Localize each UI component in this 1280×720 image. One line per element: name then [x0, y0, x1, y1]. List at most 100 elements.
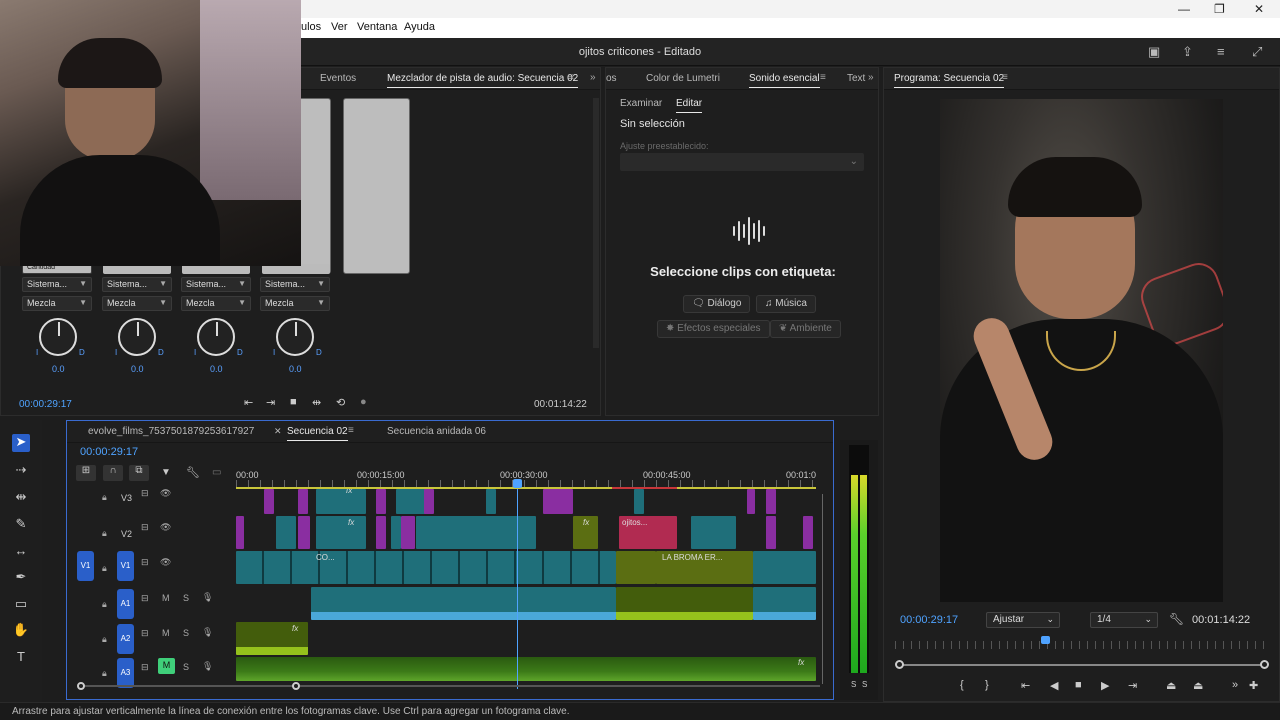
overflow-tabs-icon[interactable]: »	[868, 72, 874, 83]
menu-window[interactable]: Ventana	[357, 21, 397, 33]
microphone-icon[interactable]: 🎙︎	[202, 661, 213, 672]
go-to-in-icon[interactable]: ⇤	[1021, 679, 1030, 692]
solo-button[interactable]: S	[183, 662, 189, 672]
stop-icon[interactable]: ■	[1075, 679, 1082, 691]
clip-v2[interactable]	[803, 516, 813, 549]
ripple-edit-tool-icon[interactable]: ⇹	[12, 489, 30, 507]
clip-v1[interactable]	[753, 551, 816, 584]
mute-button[interactable]: M	[162, 628, 170, 638]
more-buttons-icon[interactable]: »	[1232, 679, 1238, 691]
program-playhead[interactable]	[1041, 636, 1050, 644]
clip-v2[interactable]	[401, 516, 415, 549]
clip-v3[interactable]	[543, 489, 573, 514]
clip-v3[interactable]	[376, 489, 386, 514]
channel-1-pan-value[interactable]: 0.0	[52, 364, 65, 374]
selection-tool-icon[interactable]: ➤	[12, 434, 30, 452]
clip-a1[interactable]	[753, 587, 816, 620]
menu-help[interactable]: Ayuda	[404, 21, 435, 33]
menu-view[interactable]: Ver	[331, 21, 348, 33]
panel-menu-icon[interactable]: ≡	[568, 72, 574, 83]
clip-v3[interactable]: fx	[316, 489, 366, 514]
clip-v2[interactable]	[766, 516, 776, 549]
razor-tool-icon[interactable]: ✎	[12, 516, 30, 534]
horizontal-zoom-bar[interactable]	[80, 685, 820, 687]
lock-icon[interactable]: 🔒︎	[102, 634, 107, 645]
linked-selection-icon[interactable]: ⧉	[129, 465, 149, 481]
tab-events[interactable]: Eventos	[320, 73, 356, 84]
sync-lock-icon[interactable]: ⊟	[141, 662, 149, 673]
sfx-button[interactable]: ✸ Efectos especiales	[657, 320, 770, 338]
program-video-frame[interactable]	[940, 99, 1223, 602]
channel-4-pan-knob[interactable]	[276, 318, 314, 356]
quick-export-icon[interactable]: ▣	[1148, 44, 1160, 60]
clip-a3-music[interactable]: fx	[236, 657, 816, 681]
zoom-handle-right[interactable]	[1260, 660, 1269, 669]
channel-3-output[interactable]: Sistema... ▼	[181, 277, 251, 292]
sync-lock-icon[interactable]: ⊟	[141, 593, 149, 604]
clip-v2[interactable]	[416, 516, 536, 549]
eye-icon[interactable]: 👁︎	[160, 522, 171, 533]
microphone-icon[interactable]: 🎙︎	[202, 592, 213, 603]
channel-3-pan-value[interactable]: 0.0	[210, 364, 223, 374]
clip-v3[interactable]	[634, 489, 644, 514]
stop-icon[interactable]: ■	[290, 396, 297, 408]
clip-v3[interactable]	[396, 489, 426, 514]
channel-3-pan-knob[interactable]	[197, 318, 235, 356]
solo-right-button[interactable]: S	[862, 680, 867, 689]
mute-button[interactable]: M	[162, 593, 170, 603]
clip-v2-ojitos[interactable]: ojitos...	[619, 516, 677, 549]
preset-dropdown[interactable]: ⌄	[620, 153, 864, 171]
sync-lock-icon[interactable]: ⊟	[141, 628, 149, 639]
clip-v2[interactable]: fx	[573, 516, 598, 549]
clip-v1[interactable]: CO...	[236, 551, 616, 584]
clip-v2[interactable]	[391, 516, 401, 549]
channel-2-pan-knob[interactable]	[118, 318, 156, 356]
eye-icon[interactable]: 👁︎	[160, 488, 171, 499]
channel-4-output[interactable]: Sistema... ▼	[260, 277, 330, 292]
lock-icon[interactable]: 🔒︎	[102, 668, 107, 679]
program-time-ruler[interactable]	[895, 641, 1270, 649]
extract-icon[interactable]: ⏏︎	[1193, 679, 1203, 692]
clip-v2[interactable]	[691, 516, 736, 549]
fullscreen-icon[interactable]: ⤢	[1252, 44, 1262, 60]
clip-v3[interactable]	[424, 489, 434, 514]
marker-icon[interactable]: ▼	[161, 467, 171, 478]
clip-v3[interactable]	[766, 489, 776, 514]
lock-icon[interactable]: 🔒︎	[102, 563, 107, 574]
sync-lock-icon[interactable]: ⊟	[141, 522, 149, 533]
mark-out-icon[interactable]: }	[985, 679, 989, 691]
sync-lock-icon[interactable]: ⊟	[141, 557, 149, 568]
channel-2-output[interactable]: Sistema... ▼	[102, 277, 172, 292]
sync-lock-icon[interactable]: ⊟	[141, 488, 149, 499]
play-icon[interactable]: ▶	[1101, 679, 1109, 692]
overflow-tabs-icon[interactable]: »	[590, 72, 596, 83]
channel-1-output[interactable]: Sistema... ▼	[22, 277, 92, 292]
share-icon[interactable]: ⇪	[1182, 44, 1193, 60]
panel-menu-icon[interactable]: ≡	[1002, 72, 1008, 83]
mixer-scrollbar[interactable]	[593, 98, 599, 348]
tab-sequence-evolve[interactable]: evolve_films_7537501879253617927	[88, 426, 254, 437]
minimize-icon[interactable]: —	[1178, 2, 1190, 16]
tab-essential-sound[interactable]: Sonido esencial	[749, 73, 820, 88]
snap-icon[interactable]: ∩	[103, 465, 123, 481]
track-target-a2[interactable]: A2	[117, 624, 134, 654]
track-target-a3[interactable]: A3	[117, 658, 134, 688]
tab-close-icon[interactable]: ✕	[274, 426, 282, 437]
playhead-line[interactable]	[517, 489, 518, 689]
dialogue-button[interactable]: 🗨︎ Diálogo	[683, 295, 751, 313]
tab-text[interactable]: Text	[847, 73, 865, 84]
lock-icon[interactable]: 🔒︎	[102, 599, 107, 610]
zoom-handle-left[interactable]	[895, 660, 904, 669]
source-patch-v1[interactable]: V1	[77, 551, 94, 581]
nest-icon[interactable]: ⊞	[76, 465, 96, 481]
track-select-tool-icon[interactable]: ⇢	[12, 462, 30, 480]
track-target-v1[interactable]: V1	[117, 551, 134, 581]
subtab-browse[interactable]: Examinar	[620, 98, 662, 109]
clip-a2[interactable]: fx	[236, 622, 308, 655]
step-back-icon[interactable]: ◀	[1050, 679, 1058, 692]
fit-dropdown[interactable]: Ajustar ⌄	[986, 612, 1060, 628]
timeline-tracks-area[interactable]: fx fx fx ojitos... CO... LA BROMA ER... …	[236, 489, 816, 689]
clip-v1[interactable]	[616, 551, 656, 584]
captions-icon[interactable]: ▭	[212, 467, 221, 478]
program-zoom-bar[interactable]	[897, 664, 1265, 666]
